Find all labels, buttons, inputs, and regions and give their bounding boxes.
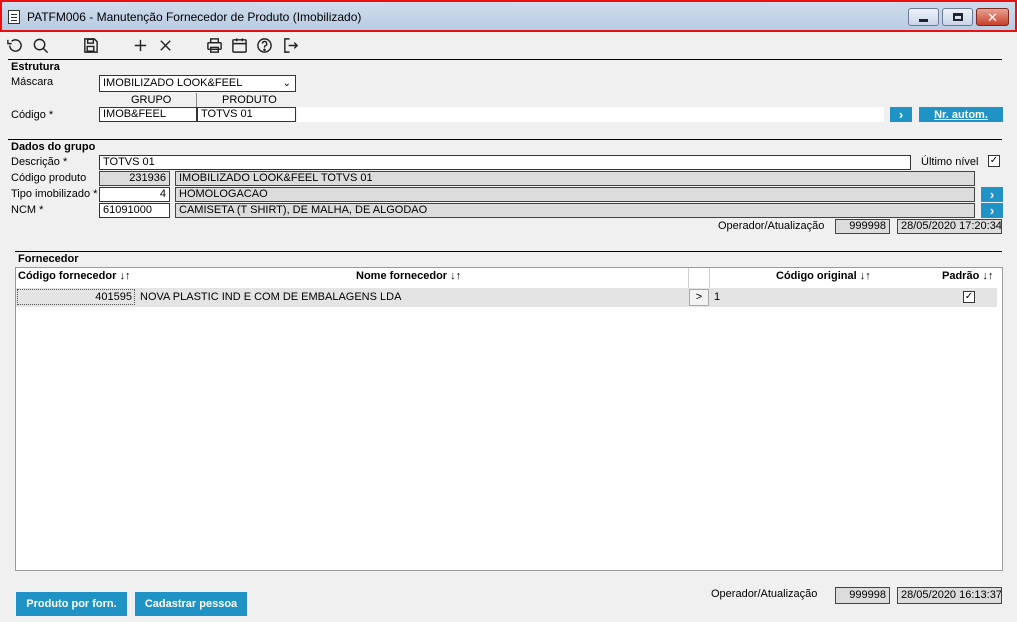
close-button[interactable]: ✕ — [976, 8, 1009, 26]
calendar-icon[interactable] — [229, 36, 249, 54]
ncm-field[interactable]: 61091000 — [99, 203, 170, 218]
maximize-icon — [952, 13, 963, 21]
produto-header: PRODUTO — [222, 94, 277, 106]
header-separator — [196, 93, 197, 107]
chevron-right-icon: › — [898, 107, 904, 122]
minimize-icon — [919, 18, 928, 22]
ultimo-nivel-checkbox[interactable]: ✓ — [988, 155, 1000, 167]
section-title-estrutura: Estrutura — [11, 61, 60, 73]
mascara-select[interactable]: IMOBILIZADO LOOK&FEEL ⌄ — [99, 75, 296, 92]
print-icon[interactable] — [204, 36, 224, 54]
minimize-button[interactable] — [908, 8, 939, 26]
add-icon[interactable] — [130, 36, 150, 54]
row-action-button[interactable]: > — [689, 289, 709, 306]
atualizacao-field: 28/05/2020 17:20:34 — [897, 219, 1002, 234]
grupo-field[interactable]: IMOB&FEEL — [99, 107, 197, 122]
section-title-dados-grupo: Dados do grupo — [11, 141, 96, 153]
tipo-imobilizado-lookup-button[interactable]: › — [981, 187, 1003, 202]
undo-icon[interactable] — [4, 36, 24, 54]
divider — [8, 59, 1002, 60]
save-icon[interactable] — [80, 36, 100, 54]
codigo-produto-label: Código produto — [11, 172, 87, 184]
tipo-imobilizado-label: Tipo imobilizado * — [11, 188, 98, 200]
ncm-desc: CAMISETA (T SHIRT), DE MALHA, DE ALGODAO — [175, 203, 975, 218]
descricao-field[interactable]: TOTVS 01 — [99, 155, 911, 170]
padrao-checkbox[interactable]: ✓ — [963, 291, 975, 303]
exit-icon[interactable] — [280, 36, 300, 54]
footer-operador-label: Operador/Atualização — [711, 588, 818, 600]
check-icon: ✓ — [964, 291, 974, 302]
ultimo-nivel-label: Último nível — [921, 156, 979, 168]
descricao-label: Descrição * — [11, 156, 68, 168]
nome-fornecedor-cell: NOVA PLASTIC IND E COM DE EMBALAGENS LDA — [140, 291, 402, 303]
codigo-label: Código * — [11, 109, 54, 121]
grupo-header: GRUPO — [131, 94, 172, 106]
check-icon: ✓ — [989, 155, 999, 166]
table-row[interactable]: 401595 NOVA PLASTIC IND E COM DE EMBALAG… — [16, 288, 997, 307]
produto-field[interactable]: TOTVS 01 — [197, 107, 296, 122]
section-title-fornecedor: Fornecedor — [18, 253, 79, 265]
codigo-lookup-button[interactable]: › — [890, 107, 912, 122]
window-title: PATFM006 - Manutenção Fornecedor de Prod… — [27, 10, 362, 24]
mascara-value: IMOBILIZADO LOOK&FEEL — [103, 77, 243, 89]
tipo-imobilizado-field[interactable]: 4 — [99, 187, 170, 202]
column-header-codigo-original[interactable]: Código original ↓↑ — [776, 270, 871, 282]
column-header-codigo-fornecedor[interactable]: Código fornecedor ↓↑ — [18, 270, 130, 282]
chevron-down-icon: ⌄ — [282, 78, 291, 89]
footer-operador-field: 999998 — [835, 587, 890, 604]
close-icon: ✕ — [987, 9, 998, 25]
operador-label: Operador/Atualização — [718, 220, 825, 232]
tipo-imobilizado-desc: HOMOLOGACAO — [175, 187, 975, 202]
title-bar: PATFM006 - Manutenção Fornecedor de Prod… — [0, 0, 1017, 32]
column-header-nome-fornecedor[interactable]: Nome fornecedor ↓↑ — [356, 270, 461, 282]
divider — [8, 139, 1002, 140]
ncm-label: NCM * — [11, 204, 44, 216]
search-icon[interactable] — [30, 36, 50, 54]
codigo-extension-field — [297, 107, 884, 122]
fornecedor-grid: Código fornecedor ↓↑ Nome fornecedor ↓↑ … — [15, 267, 1003, 571]
column-header-padrao[interactable]: Padrão ↓↑ — [942, 270, 993, 282]
document-icon — [8, 10, 20, 24]
mascara-label: Máscara — [11, 76, 54, 88]
footer-atualizacao-field: 28/05/2020 16:13:37 — [897, 587, 1002, 604]
operador-field: 999998 — [835, 219, 890, 234]
codigo-fornecedor-cell[interactable]: 401595 — [17, 289, 135, 305]
cadastrar-pessoa-button[interactable]: Cadastrar pessoa — [135, 592, 247, 616]
codigo-produto-field: 231936 — [99, 171, 170, 186]
divider — [15, 251, 1002, 252]
codigo-original-cell: 1 — [714, 291, 721, 303]
ncm-lookup-button[interactable]: › — [981, 203, 1003, 218]
produto-por-forn-button[interactable]: Produto por forn. — [16, 592, 127, 616]
help-icon[interactable] — [254, 36, 274, 54]
column-separator — [709, 268, 710, 288]
column-separator — [688, 268, 689, 288]
codigo-produto-desc: IMOBILIZADO LOOK&FEEL TOTVS 01 — [175, 171, 975, 186]
maximize-button[interactable] — [942, 8, 973, 26]
chevron-right-icon: › — [989, 187, 995, 202]
delete-icon[interactable] — [155, 36, 175, 54]
chevron-right-icon: › — [989, 203, 995, 218]
nr-autom-button[interactable]: Nr. autom. — [919, 107, 1003, 122]
